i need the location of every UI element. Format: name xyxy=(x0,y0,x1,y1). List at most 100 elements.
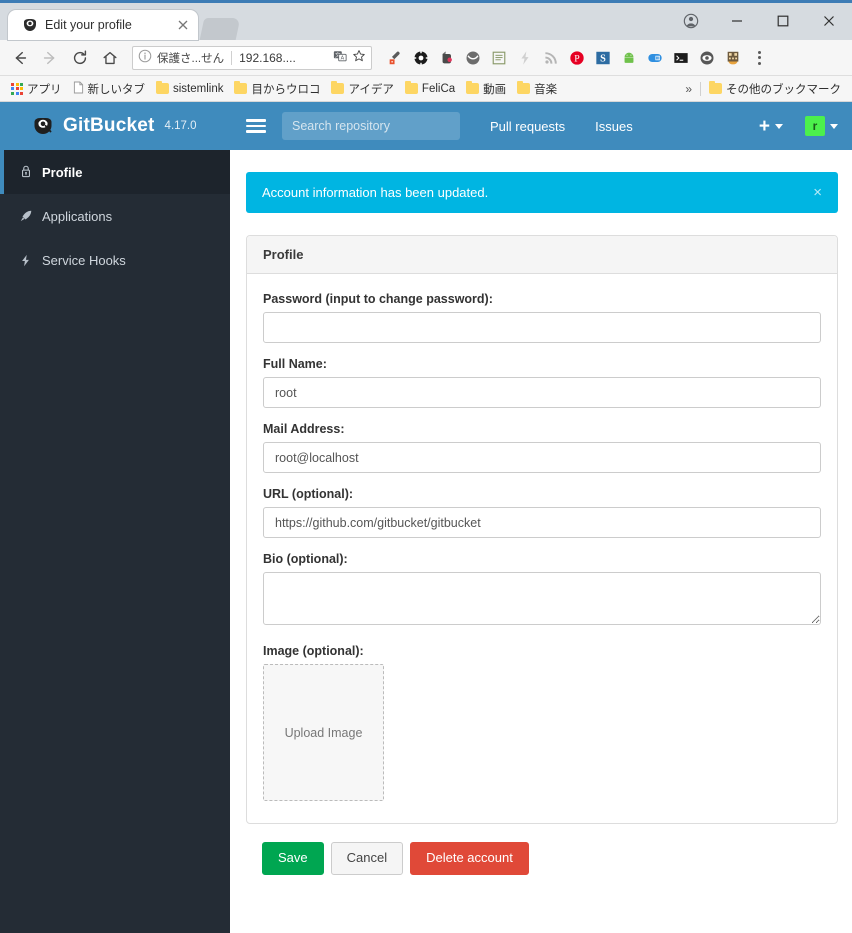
settings-gear-extension-icon[interactable] xyxy=(408,45,433,71)
bookmark-item[interactable]: FeliCa xyxy=(400,81,460,97)
window-close-button[interactable] xyxy=(806,6,852,36)
save-button[interactable]: Save xyxy=(262,842,324,875)
page-content: Account information has been updated. × … xyxy=(230,150,852,933)
success-alert: Account information has been updated. × xyxy=(246,172,838,213)
browser-toolbar: 保護さ...せん 192.168.... 文 A P S xyxy=(0,40,852,76)
form-actions: Save Cancel Delete account xyxy=(246,824,838,875)
rocket-icon xyxy=(18,209,33,223)
other-bookmarks-button[interactable]: その他のブックマーク xyxy=(704,79,846,99)
nav-link-issues[interactable]: Issues xyxy=(595,119,633,134)
android-extension-icon[interactable] xyxy=(616,45,641,71)
folder-icon xyxy=(517,81,531,94)
sidebar-nav: Profile Applications Service Hooks xyxy=(0,150,230,282)
full-name-input[interactable] xyxy=(263,377,821,408)
rss-extension-icon[interactable] xyxy=(538,45,563,71)
bookmark-item[interactable]: 動画 xyxy=(461,79,511,99)
qr-extension-icon[interactable] xyxy=(720,45,745,71)
profile-panel: Profile Password (input to change passwo… xyxy=(246,235,838,824)
bookmark-item[interactable]: 新しいタブ xyxy=(68,79,151,99)
browser-tab[interactable]: Edit your profile xyxy=(8,10,198,40)
bookmark-label: 動画 xyxy=(483,83,507,96)
evernote-extension-icon[interactable] xyxy=(434,45,459,71)
s-extension-icon[interactable]: S xyxy=(590,45,615,71)
folder-icon xyxy=(466,81,480,94)
page-icon xyxy=(73,81,84,97)
folder-icon xyxy=(234,81,248,94)
bookmark-item[interactable]: 音楽 xyxy=(512,79,562,99)
search-input[interactable] xyxy=(282,112,460,140)
bookmarks-overflow-icon[interactable]: » xyxy=(680,82,697,96)
bookmark-item[interactable]: 目からウロコ xyxy=(229,79,325,99)
address-bar-url: 192.168.... xyxy=(239,50,296,65)
sidebar-item-applications[interactable]: Applications xyxy=(0,194,230,238)
sidebar-item-service-hooks[interactable]: Service Hooks xyxy=(0,238,230,282)
key-icon xyxy=(18,165,33,179)
upload-image-dropzone[interactable]: Upload Image xyxy=(263,664,384,801)
home-button[interactable] xyxy=(96,44,124,72)
create-new-menu[interactable]: + xyxy=(759,117,783,136)
profile-account-icon[interactable] xyxy=(668,6,714,36)
form-group-bio: Bio (optional): xyxy=(263,552,821,630)
bookmark-star-icon[interactable] xyxy=(352,49,366,66)
back-button[interactable] xyxy=(6,44,34,72)
translate-icon[interactable]: 文 A xyxy=(333,49,347,66)
bookmark-label: sistemlink xyxy=(173,82,224,95)
window-minimize-button[interactable] xyxy=(714,6,760,36)
tab-close-icon[interactable] xyxy=(176,18,190,32)
reader-extension-icon[interactable] xyxy=(486,45,511,71)
bookmark-label: 目からウロコ xyxy=(251,83,321,96)
bluetooth-card-extension-icon[interactable] xyxy=(642,45,667,71)
bookmark-item[interactable]: sistemlink xyxy=(151,81,228,97)
sidebar-item-label: Profile xyxy=(42,164,83,180)
omnibox-divider xyxy=(231,50,233,65)
eyedropper-extension-icon[interactable] xyxy=(382,45,407,71)
svg-text:S: S xyxy=(600,53,606,64)
mail-address-input[interactable] xyxy=(263,442,821,473)
sidebar: GitBucket 4.17.0 Profile Applications Se… xyxy=(0,102,230,933)
browser-menu-icon[interactable] xyxy=(747,44,771,72)
folder-icon xyxy=(404,81,418,94)
sidebar-item-label: Applications xyxy=(42,208,113,224)
chevron-down-icon xyxy=(830,123,838,129)
tab-strip: Edit your profile xyxy=(0,3,241,40)
reload-button[interactable] xyxy=(66,44,94,72)
browser-title-bar: Edit your profile xyxy=(0,0,852,40)
bookmarks-bar: アプリ 新しいタブ sistemlink 目からウロコ アイデア FeliCa … xyxy=(0,76,852,102)
delete-account-button[interactable]: Delete account xyxy=(410,842,529,875)
url-input[interactable] xyxy=(263,507,821,538)
address-bar[interactable]: 保護さ...せん 192.168.... 文 A xyxy=(132,45,372,70)
new-tab-button[interactable] xyxy=(199,18,241,40)
info-circle-icon[interactable] xyxy=(138,49,152,66)
bookmark-item[interactable]: アイデア xyxy=(326,79,398,99)
bookmark-apps[interactable]: アプリ xyxy=(6,79,67,99)
sidebar-item-label: Service Hooks xyxy=(42,252,126,268)
password-label: Password (input to change password): xyxy=(263,292,493,306)
sidebar-item-profile[interactable]: Profile xyxy=(0,150,230,194)
tab-title: Edit your profile xyxy=(45,18,132,32)
image-label: Image (optional): xyxy=(263,644,364,658)
cancel-button[interactable]: Cancel xyxy=(330,842,404,875)
terminal-extension-icon[interactable] xyxy=(668,45,693,71)
bookmark-apps-label: アプリ xyxy=(27,83,62,96)
eye-extension-icon[interactable] xyxy=(694,45,719,71)
form-group-password: Password (input to change password): xyxy=(263,292,821,343)
upload-image-label: Upload Image xyxy=(284,725,363,740)
hamburger-icon[interactable] xyxy=(242,112,270,140)
pocket-extension-icon[interactable] xyxy=(460,45,485,71)
lightning-extension-icon[interactable] xyxy=(512,45,537,71)
brand-header[interactable]: GitBucket 4.17.0 xyxy=(0,102,230,150)
bio-textarea[interactable] xyxy=(263,572,821,625)
alert-message: Account information has been updated. xyxy=(262,185,489,200)
page-viewport: GitBucket 4.17.0 Profile Applications Se… xyxy=(0,102,852,933)
window-maximize-button[interactable] xyxy=(760,6,806,36)
bookmarks-divider xyxy=(700,81,701,96)
nav-link-pull-requests[interactable]: Pull requests xyxy=(490,119,565,134)
user-menu[interactable]: r xyxy=(805,116,838,136)
full-name-label: Full Name: xyxy=(263,357,327,371)
bookmark-label: アイデア xyxy=(348,83,394,96)
pinterest-extension-icon[interactable]: P xyxy=(564,45,589,71)
close-icon[interactable]: × xyxy=(813,185,822,200)
svg-text:P: P xyxy=(574,53,580,64)
bookmark-label: FeliCa xyxy=(421,82,456,95)
password-input[interactable] xyxy=(263,312,821,343)
